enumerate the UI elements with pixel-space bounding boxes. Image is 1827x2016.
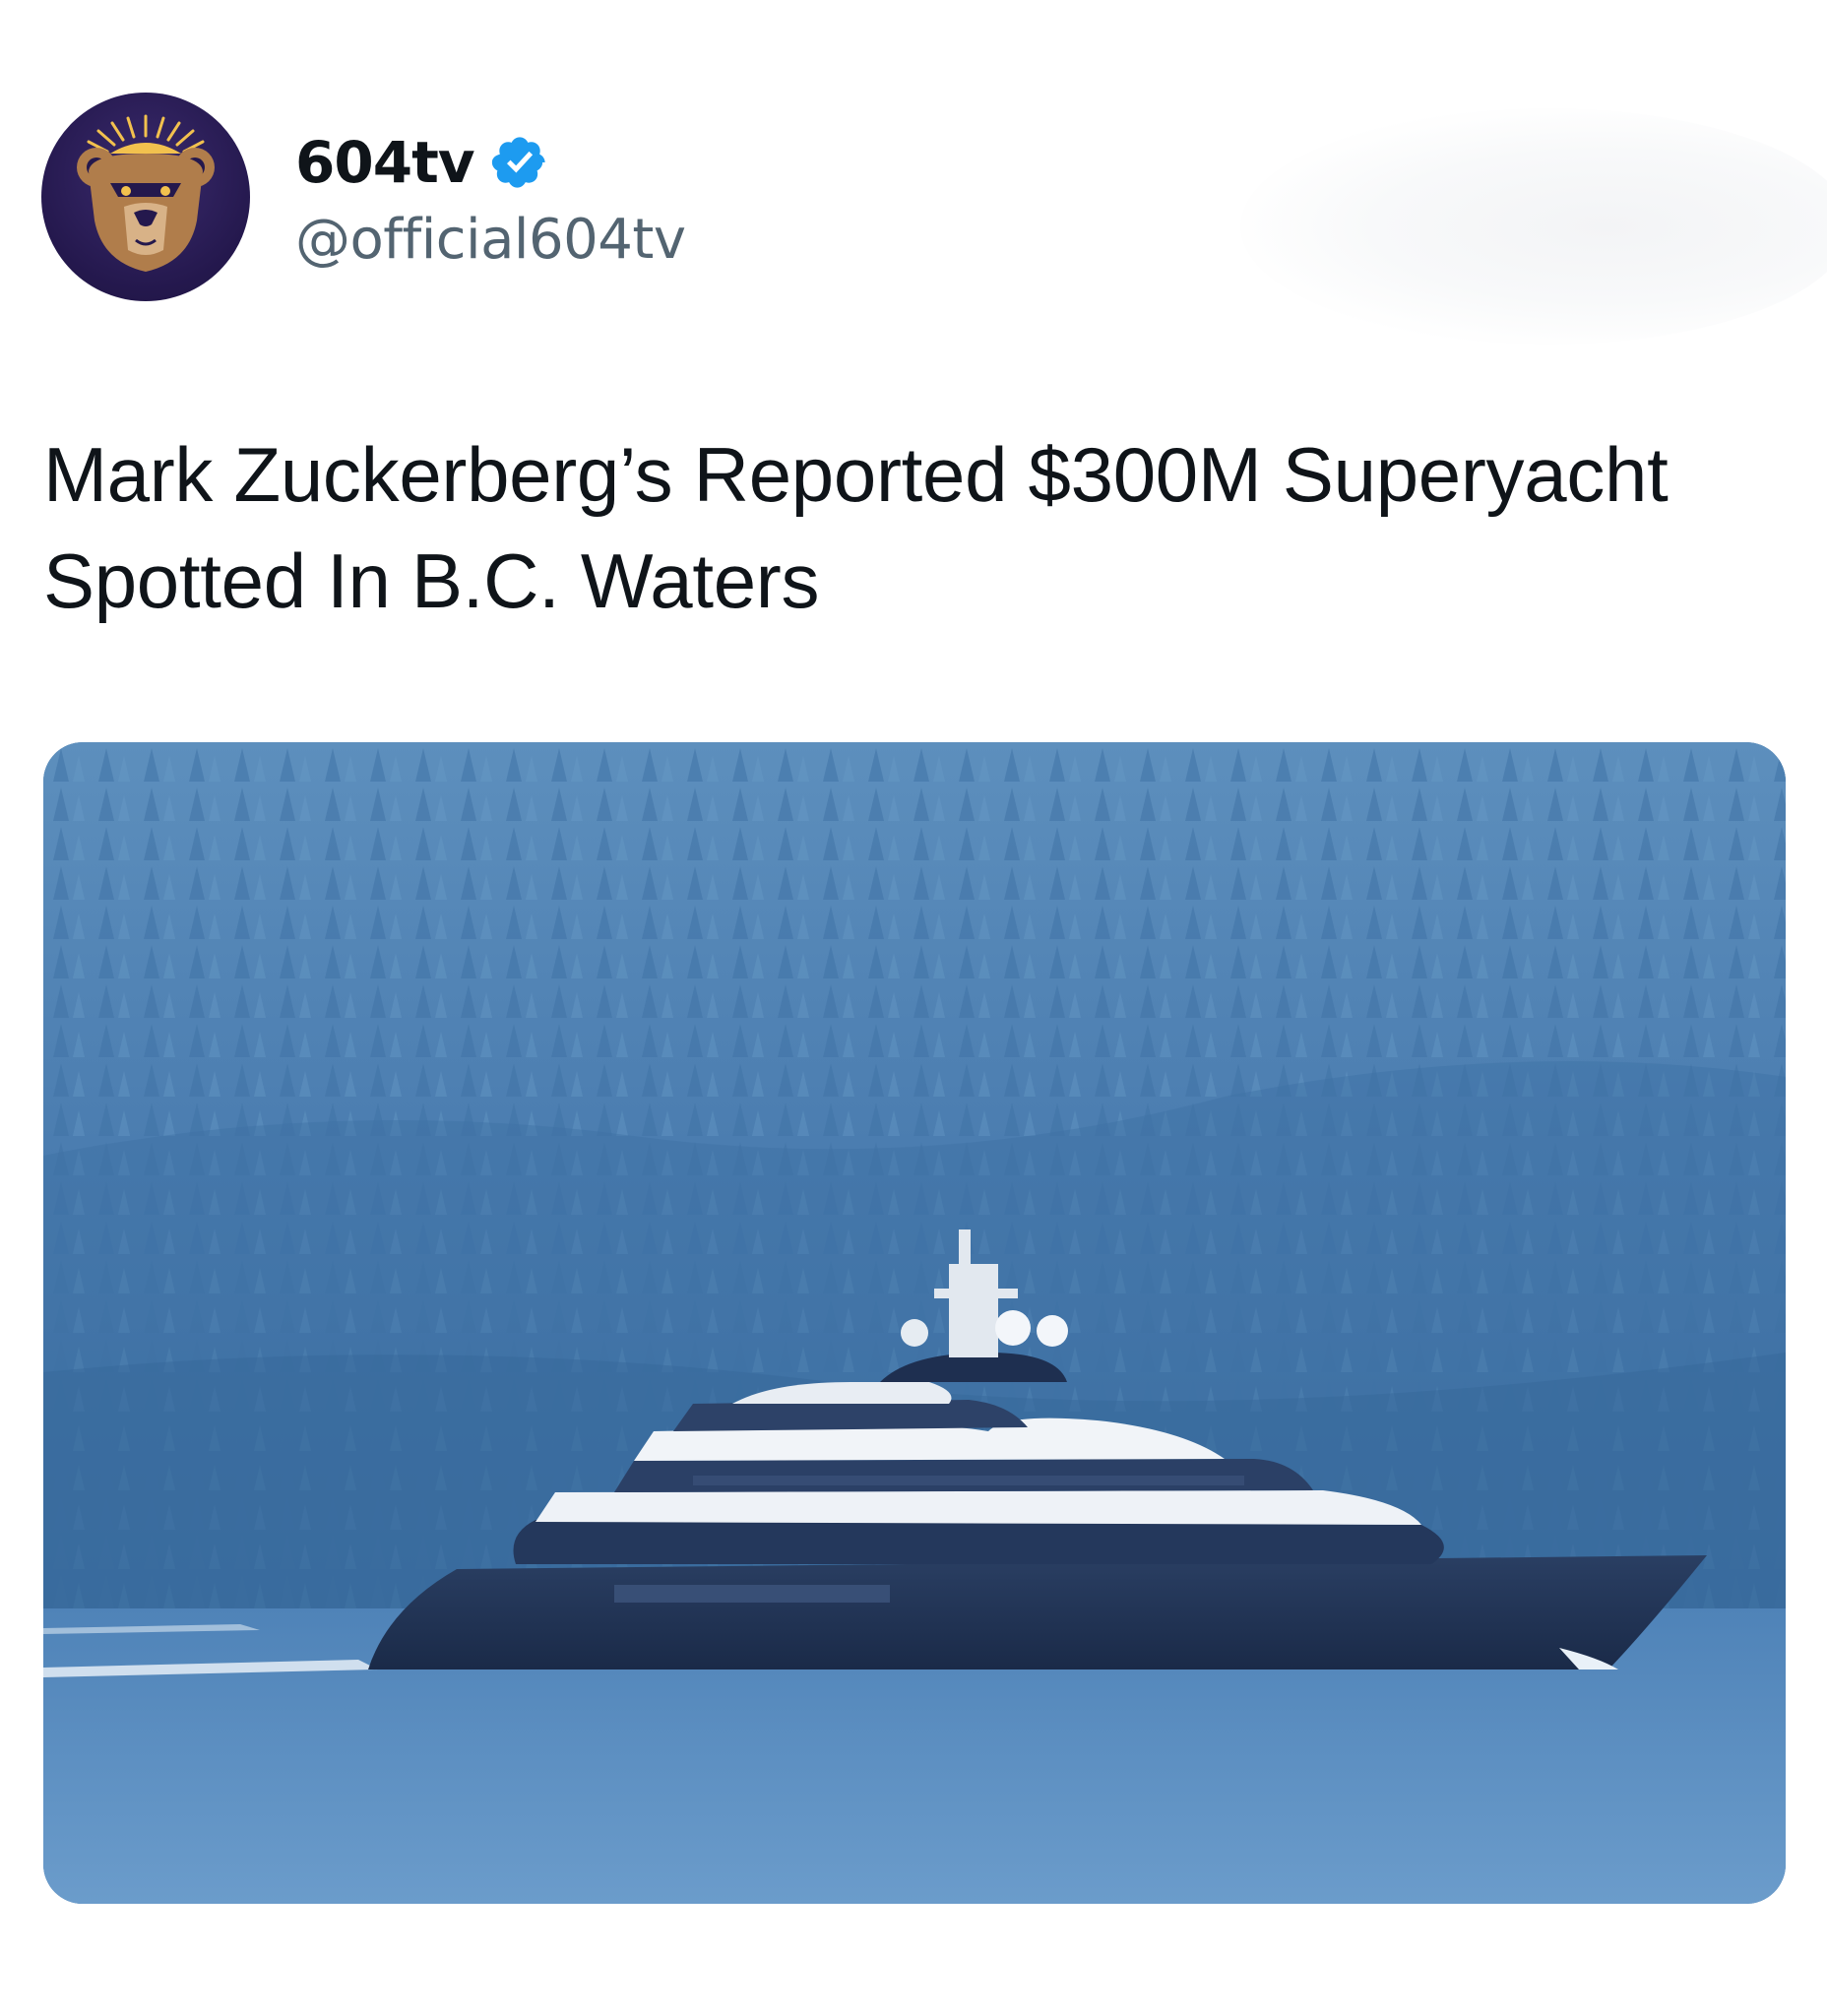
superyacht-photo (43, 742, 1786, 1904)
post-media[interactable] (43, 742, 1786, 1904)
avatar[interactable] (41, 93, 250, 301)
author-handle[interactable]: @official604tv (295, 208, 686, 272)
post-text: Mark Zuckerberg’s Reported $300M Superya… (43, 431, 1669, 624)
name-row: 604tv (295, 123, 685, 202)
post-card: 604tv @official604tv Mark Zuckerberg’s R… (0, 0, 1827, 2016)
author-display-name[interactable]: 604tv (295, 129, 475, 196)
author-info: 604tv @official604tv (295, 123, 686, 272)
verified-badge-icon (490, 133, 549, 192)
screen-glare (1240, 108, 1827, 345)
bear-logo-icon (77, 114, 215, 272)
post-header: 604tv @official604tv (41, 93, 686, 301)
